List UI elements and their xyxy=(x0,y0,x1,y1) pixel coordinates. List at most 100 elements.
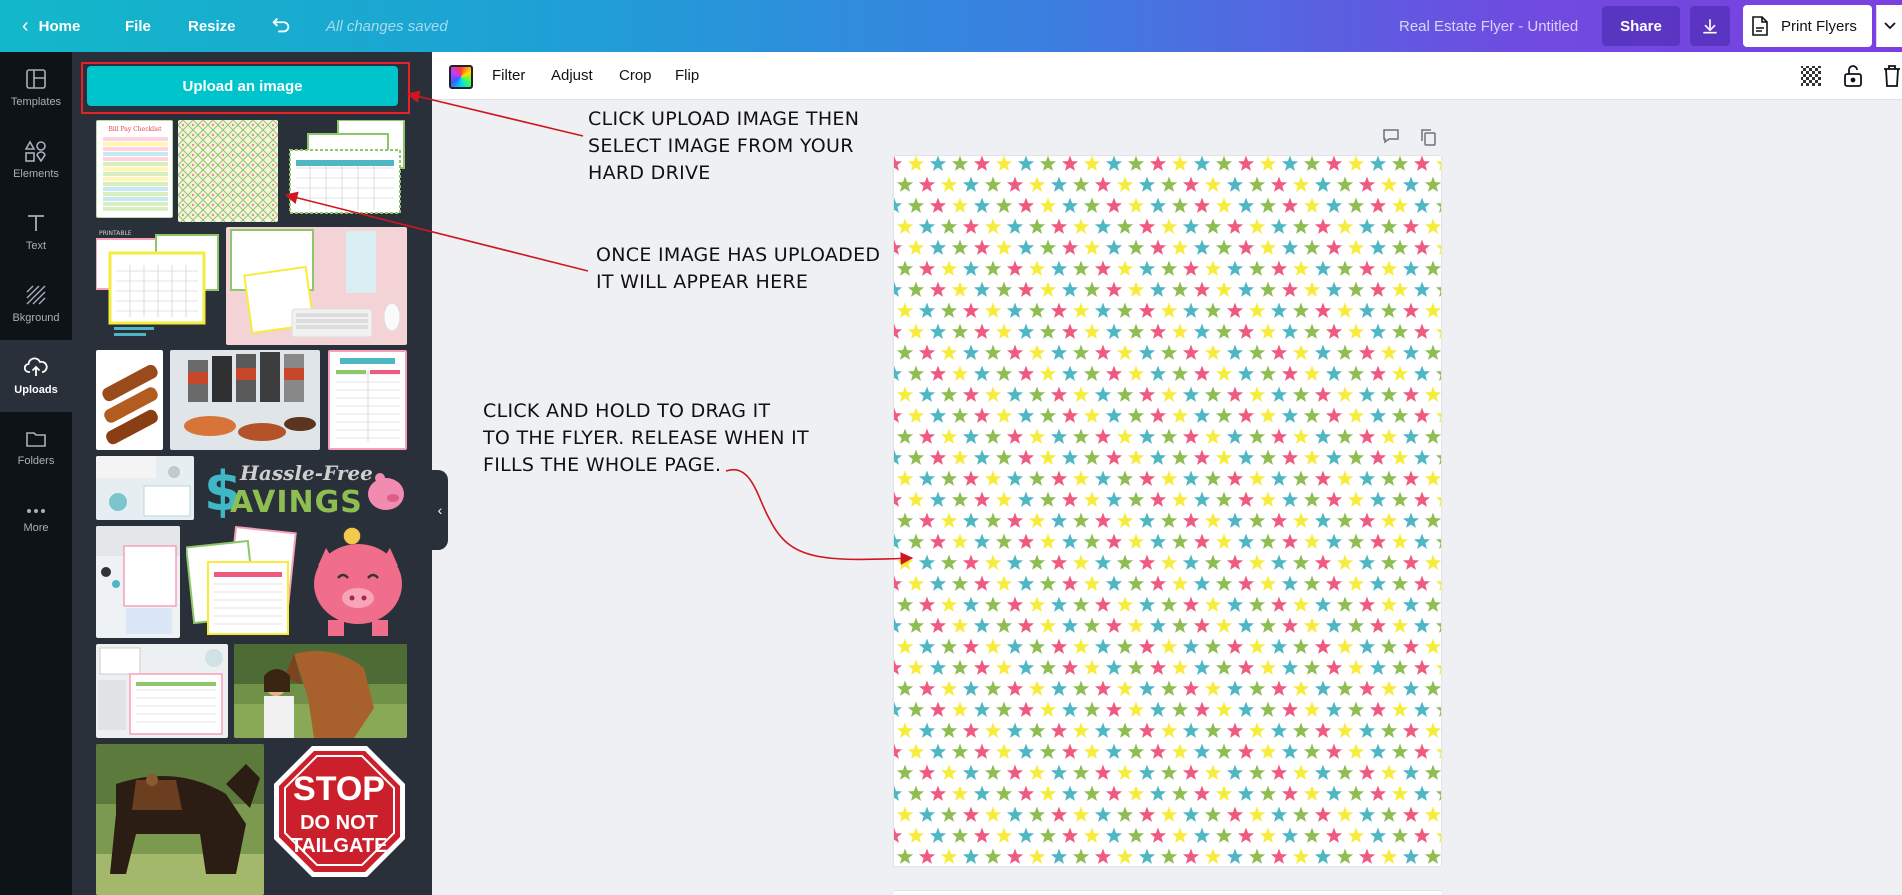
pattern-star xyxy=(984,470,1002,486)
pattern-star xyxy=(1226,302,1244,318)
crop-button[interactable]: Crop xyxy=(619,67,652,84)
pattern-star xyxy=(929,156,947,171)
uploaded-image-girl-horse[interactable] xyxy=(234,644,407,738)
pattern-star xyxy=(1292,848,1310,864)
resize-menu[interactable]: Resize xyxy=(188,18,236,35)
pattern-star xyxy=(1127,743,1145,759)
uploaded-image-office-mockup[interactable] xyxy=(96,644,228,738)
pattern-star xyxy=(1270,176,1288,192)
pattern-star xyxy=(1237,827,1255,843)
pattern-star xyxy=(1358,512,1376,528)
pattern-star xyxy=(951,743,969,759)
pattern-star xyxy=(1314,512,1332,528)
checklist-title: Bill Pay Checklist xyxy=(108,126,162,133)
pattern-star xyxy=(1039,743,1057,759)
pattern-star xyxy=(1006,596,1024,612)
pattern-star xyxy=(907,449,925,465)
rail-item-elements[interactable]: Elements xyxy=(0,124,72,196)
pattern-star xyxy=(1281,701,1299,717)
rail-item-templates[interactable]: Templates xyxy=(0,52,72,124)
download-button[interactable] xyxy=(1690,6,1730,46)
document-title[interactable]: Real Estate Flyer - Untitled xyxy=(1399,18,1578,35)
rail-item-background[interactable]: Bkground xyxy=(0,268,72,340)
chevron-down-icon[interactable] xyxy=(1876,5,1902,47)
pattern-star xyxy=(1281,491,1299,507)
pattern-star xyxy=(1281,659,1299,675)
pattern-star xyxy=(1314,176,1332,192)
annotation-appear: ONCE IMAGE HAS UPLOADED IT WILL APPEAR H… xyxy=(596,242,880,296)
uploaded-image-desk-flatlay[interactable] xyxy=(96,526,180,638)
pattern-star xyxy=(962,428,980,444)
chevron-left-icon: ‹ xyxy=(437,502,443,518)
pattern-star xyxy=(1006,218,1024,234)
pattern-star xyxy=(1336,470,1354,486)
rail-item-uploads[interactable]: Uploads xyxy=(0,340,72,412)
uploaded-image-printable[interactable]: PRINTABLE xyxy=(96,227,221,345)
uploaded-image-calendar-stack[interactable] xyxy=(288,120,406,215)
uploaded-image-budget[interactable] xyxy=(328,350,407,450)
pattern-star xyxy=(1149,197,1167,213)
pattern-star xyxy=(1303,659,1321,675)
uploaded-image-desk-mockup[interactable] xyxy=(226,227,407,345)
comment-icon[interactable] xyxy=(1382,128,1400,149)
rail-item-more[interactable]: More xyxy=(0,484,72,556)
pattern-star xyxy=(1160,386,1178,402)
upload-image-button[interactable]: Upload an image xyxy=(87,66,398,106)
uploaded-image-planner-sheets[interactable] xyxy=(186,526,298,638)
pattern-star xyxy=(962,638,980,654)
color-picker-icon[interactable] xyxy=(449,65,473,89)
uploaded-image-saddled-horse[interactable] xyxy=(96,744,264,895)
pattern-star xyxy=(1391,575,1409,591)
uploaded-image-spices[interactable] xyxy=(170,350,320,450)
uploaded-image-checklist[interactable]: Bill Pay Checklist xyxy=(96,120,173,218)
pattern-star xyxy=(1204,806,1222,822)
flyer-page[interactable] xyxy=(894,156,1441,866)
pattern-star xyxy=(1160,176,1178,192)
pattern-star xyxy=(1116,596,1134,612)
rail-item-folders[interactable]: Folders xyxy=(0,412,72,484)
pattern-star xyxy=(1391,281,1409,297)
pattern-star xyxy=(1039,575,1057,591)
pattern-star xyxy=(1193,156,1211,171)
pattern-star xyxy=(1204,638,1222,654)
uploaded-image-stop-sign[interactable]: STOP DO NOT TAILGATE xyxy=(272,744,407,895)
pattern-star xyxy=(995,617,1013,633)
uploaded-image-cinnamon[interactable] xyxy=(96,350,163,450)
pattern-star xyxy=(1369,156,1387,171)
uploaded-image-savings-logo[interactable]: $ Hassle-Free AVINGS xyxy=(200,456,407,520)
pattern-star xyxy=(1193,617,1211,633)
pattern-star xyxy=(1347,491,1365,507)
transparency-icon[interactable] xyxy=(1800,65,1822,92)
collapse-panel-button[interactable]: ‹ xyxy=(432,470,448,550)
share-button[interactable]: Share xyxy=(1602,6,1680,46)
pattern-star xyxy=(1127,156,1145,171)
pattern-star xyxy=(995,239,1013,255)
pattern-star xyxy=(1358,848,1376,864)
undo-icon[interactable] xyxy=(270,13,294,37)
annotation-upload-line3: HARD DRIVE xyxy=(588,162,711,184)
adjust-button[interactable]: Adjust xyxy=(551,67,593,84)
uploaded-image-piggy-bank[interactable] xyxy=(308,526,407,638)
print-flyers-button[interactable]: Print Flyers xyxy=(1743,5,1872,47)
pattern-star xyxy=(1017,701,1035,717)
rail-item-text[interactable]: Text xyxy=(0,196,72,268)
trash-icon[interactable] xyxy=(1883,64,1901,93)
pattern-star xyxy=(1028,218,1046,234)
flip-button[interactable]: Flip xyxy=(675,67,699,84)
next-page-preview[interactable] xyxy=(894,890,1441,895)
uploaded-image-keyboard-desk[interactable] xyxy=(96,456,194,520)
pattern-star xyxy=(1094,302,1112,318)
pattern-star xyxy=(1127,239,1145,255)
file-menu[interactable]: File xyxy=(125,18,151,35)
pattern-star xyxy=(1127,323,1145,339)
pattern-star xyxy=(1083,323,1101,339)
lock-icon[interactable] xyxy=(1843,64,1863,93)
uploaded-image-pattern[interactable] xyxy=(178,120,278,222)
pattern-star xyxy=(1402,806,1420,822)
pattern-star xyxy=(1061,701,1079,717)
pattern-star xyxy=(1303,365,1321,381)
duplicate-page-icon[interactable] xyxy=(1420,128,1436,151)
pattern-star xyxy=(940,302,958,318)
filter-button[interactable]: Filter xyxy=(492,67,525,84)
home-button[interactable]: ‹ Home xyxy=(22,15,80,38)
